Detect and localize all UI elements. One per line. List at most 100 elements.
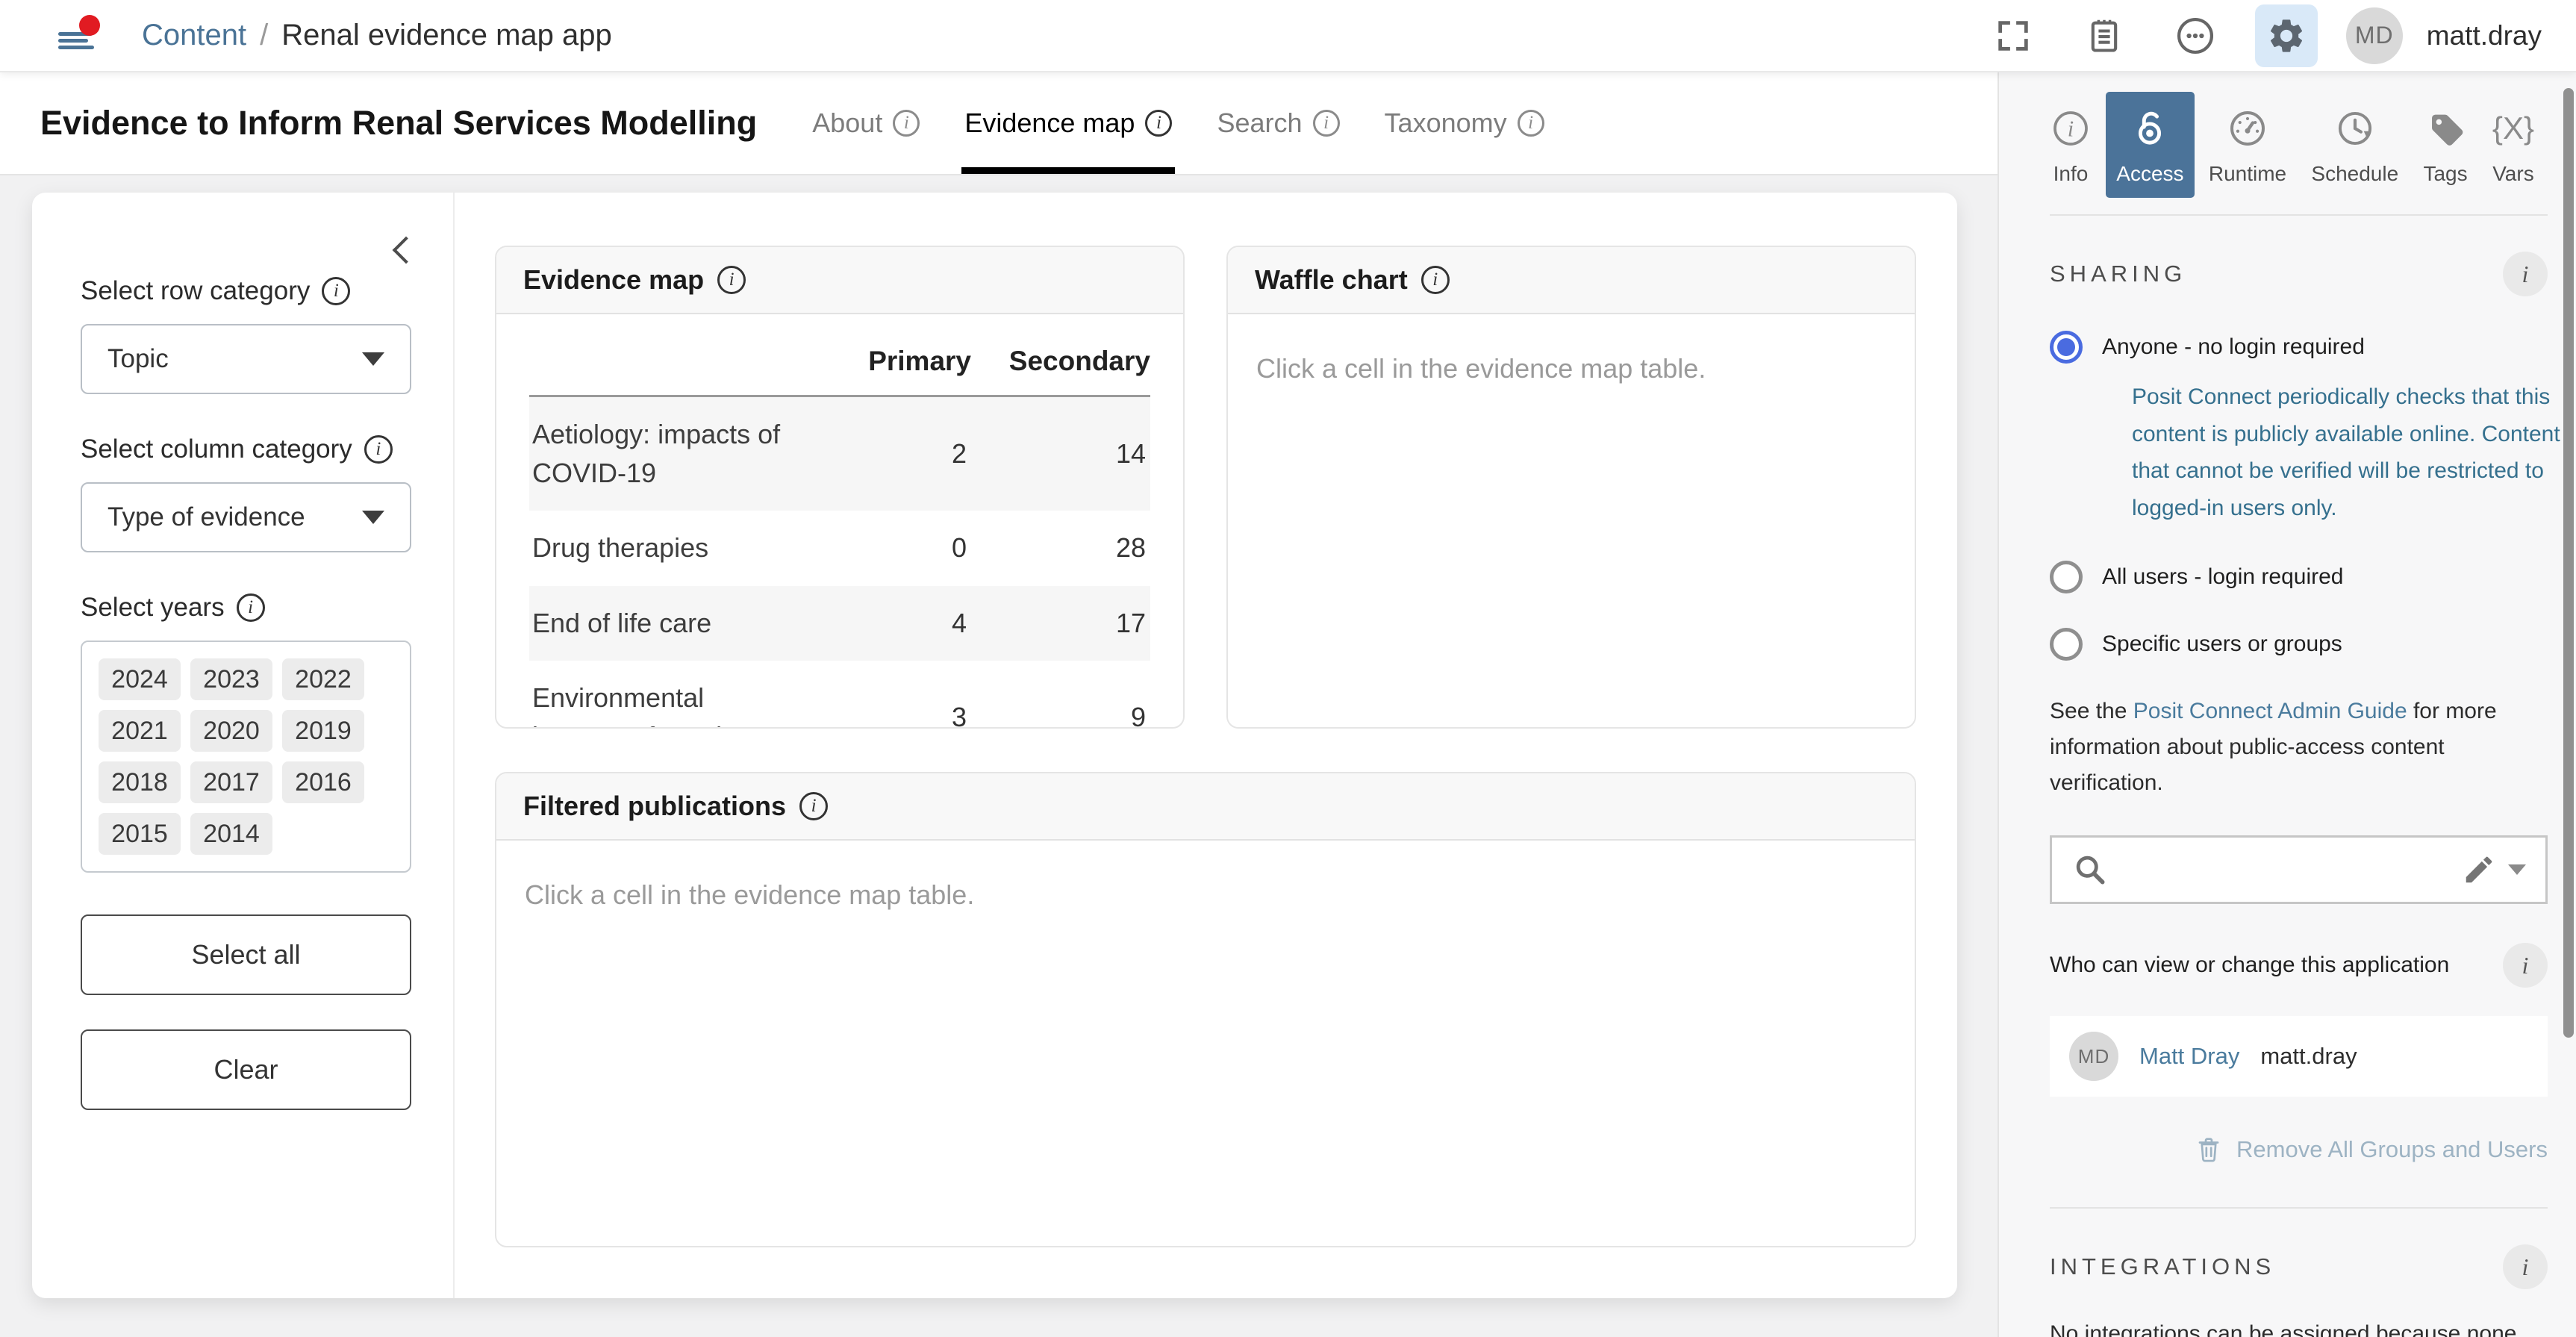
more-menu-icon[interactable] xyxy=(2164,4,2227,67)
remove-all-row: Remove All Groups and Users xyxy=(2050,1135,2548,1164)
info-icon[interactable] xyxy=(2503,1244,2548,1289)
user-handle: matt.dray xyxy=(2260,1043,2357,1070)
tab-evidence-map[interactable]: Evidence map xyxy=(942,72,1194,174)
info-icon[interactable] xyxy=(364,435,393,464)
sharing-option-anyone[interactable]: Anyone - no login required xyxy=(2050,331,2548,364)
sidebar-collapse-icon[interactable] xyxy=(392,239,414,261)
column-header-primary[interactable]: Primary xyxy=(814,346,971,377)
year-chip[interactable]: 2015 xyxy=(99,813,181,855)
tab-info[interactable]: i Info xyxy=(2039,92,2102,198)
cell-secondary[interactable]: 17 xyxy=(971,608,1150,639)
column-category-select[interactable]: Type of evidence xyxy=(81,482,411,552)
log-icon[interactable] xyxy=(2073,4,2136,67)
info-icon[interactable] xyxy=(237,593,265,622)
app-title: Evidence to Inform Renal Services Modell… xyxy=(40,104,757,143)
tag-icon xyxy=(2424,107,2466,150)
username-label[interactable]: matt.dray xyxy=(2427,20,2542,52)
clear-button[interactable]: Clear xyxy=(81,1029,411,1110)
app-main-area: Evidence map Primary Secondary Aetiology… xyxy=(455,193,1957,1298)
tab-info-label: Info xyxy=(2053,162,2089,186)
app-header: Evidence to Inform Renal Services Modell… xyxy=(0,72,1998,175)
posit-connect-logo-icon[interactable] xyxy=(57,13,105,58)
year-chip[interactable]: 2018 xyxy=(99,761,181,803)
top-bar-actions: MD matt.dray xyxy=(1982,4,2576,67)
tab-runtime[interactable]: Runtime xyxy=(2198,92,2297,198)
year-chip[interactable]: 2021 xyxy=(99,710,181,752)
user-search-input[interactable] xyxy=(2050,835,2548,904)
viewers-heading: Who can view or change this application xyxy=(2050,953,2449,978)
tab-about[interactable]: About xyxy=(790,72,942,174)
user-avatar[interactable]: MD xyxy=(2346,7,2403,64)
evidence-map-table-header: Primary Secondary xyxy=(529,346,1150,397)
breadcrumb-content-link[interactable]: Content xyxy=(142,19,246,52)
cell-primary[interactable]: 0 xyxy=(814,532,971,564)
filtered-publications-panel-header: Filtered publications xyxy=(496,773,1915,841)
sharing-option-all-users[interactable]: All users - login required xyxy=(2050,561,2548,593)
cell-primary[interactable]: 2 xyxy=(814,438,971,470)
viewers-header: Who can view or change this application xyxy=(2050,943,2548,988)
info-icon[interactable] xyxy=(717,266,746,294)
year-chip[interactable]: 2023 xyxy=(190,658,272,700)
sharing-option-specific[interactable]: Specific users or groups xyxy=(2050,628,2548,661)
app-nav-tabs: About Evidence map Search Taxonomy xyxy=(790,72,1566,174)
app-controls-sidebar: Select row category Topic Select column … xyxy=(32,193,455,1298)
tab-schedule[interactable]: Schedule xyxy=(2301,92,2409,198)
year-chip[interactable]: 2022 xyxy=(282,658,364,700)
year-chip[interactable]: 2020 xyxy=(190,710,272,752)
info-icon[interactable] xyxy=(799,792,828,820)
evidence-map-panel-title: Evidence map xyxy=(523,264,704,296)
tab-tags-label: Tags xyxy=(2423,162,2467,186)
tab-taxonomy[interactable]: Taxonomy xyxy=(1362,72,1567,174)
tab-tags[interactable]: Tags xyxy=(2413,92,2477,198)
info-icon[interactable] xyxy=(893,110,920,137)
radio-icon[interactable] xyxy=(2050,628,2083,661)
cell-secondary[interactable]: 9 xyxy=(971,702,1150,729)
breadcrumb-page-title: Renal evidence map app xyxy=(281,19,612,52)
cell-primary[interactable]: 4 xyxy=(814,608,971,639)
info-icon[interactable] xyxy=(1421,266,1450,294)
table-row: Environmental impacts of renal care 3 9 xyxy=(529,661,1150,729)
cell-secondary[interactable]: 14 xyxy=(971,438,1150,470)
years-picker: 2024 2023 2022 2021 2020 2019 2018 2017 … xyxy=(81,641,411,873)
sharing-option-all-users-label: All users - login required xyxy=(2102,564,2343,590)
fullscreen-icon[interactable] xyxy=(1982,4,2045,67)
tab-about-label: About xyxy=(812,107,882,139)
tab-access[interactable]: Access xyxy=(2106,92,2194,198)
remove-all-link[interactable]: Remove All Groups and Users xyxy=(2236,1136,2548,1163)
info-icon[interactable] xyxy=(322,277,350,305)
tab-vars[interactable]: Vars xyxy=(2482,92,2545,198)
year-chip[interactable]: 2014 xyxy=(190,813,272,855)
open-lock-icon xyxy=(2129,107,2171,150)
tab-access-label: Access xyxy=(2116,162,2183,186)
radio-icon[interactable] xyxy=(2050,561,2083,593)
list-item-user[interactable]: MD Matt Dray matt.dray xyxy=(2050,1016,2548,1097)
year-chip[interactable]: 2017 xyxy=(190,761,272,803)
user-display-name-link[interactable]: Matt Dray xyxy=(2139,1043,2239,1070)
breadcrumb: Content / Renal evidence map app xyxy=(142,19,612,52)
row-category-label: Select row category xyxy=(81,276,411,306)
info-icon[interactable] xyxy=(1313,110,1340,137)
tab-vars-label: Vars xyxy=(2492,162,2534,186)
scrollbar[interactable] xyxy=(2563,88,2574,1038)
info-icon[interactable] xyxy=(2503,252,2548,296)
column-header-secondary[interactable]: Secondary xyxy=(971,346,1150,377)
tab-search[interactable]: Search xyxy=(1194,72,1362,174)
radio-icon[interactable] xyxy=(2050,331,2083,364)
cell-secondary[interactable]: 28 xyxy=(971,532,1150,564)
info-icon[interactable] xyxy=(2503,943,2548,988)
select-all-button[interactable]: Select all xyxy=(81,914,411,995)
integrations-section-header: INTEGRATIONS xyxy=(2050,1244,2548,1289)
settings-sidebar: i Info Access xyxy=(1998,72,2576,1337)
year-chip[interactable]: 2024 xyxy=(99,658,181,700)
edit-permission-icon[interactable] xyxy=(2462,853,2526,887)
settings-gear-icon[interactable] xyxy=(2255,4,2318,67)
row-topic: Drug therapies xyxy=(529,529,814,567)
year-chip[interactable]: 2016 xyxy=(282,761,364,803)
row-category-select[interactable]: Topic xyxy=(81,324,411,394)
cell-primary[interactable]: 3 xyxy=(814,702,971,729)
year-chip[interactable]: 2019 xyxy=(282,710,364,752)
info-icon[interactable] xyxy=(1518,110,1544,137)
admin-guide-link[interactable]: Posit Connect Admin Guide xyxy=(2133,699,2407,723)
row-topic: Environmental impacts of renal care xyxy=(529,679,814,729)
info-icon[interactable] xyxy=(1145,110,1172,137)
